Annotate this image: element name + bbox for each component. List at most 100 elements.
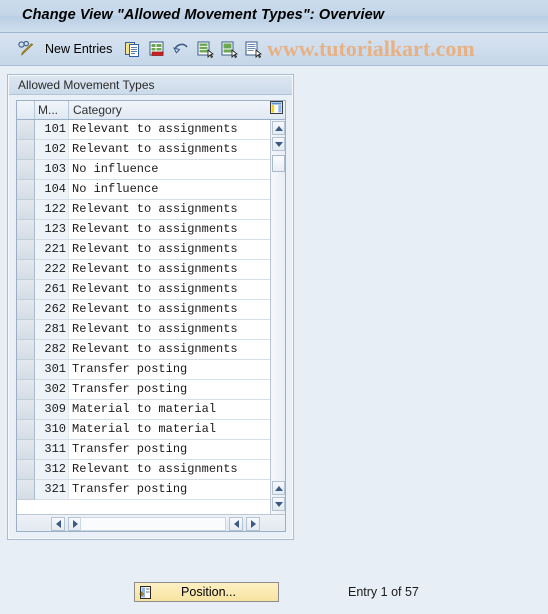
scroll-up-button[interactable] — [272, 121, 285, 135]
category-cell[interactable]: No influence — [69, 180, 285, 200]
new-entries-button[interactable]: New Entries — [45, 38, 112, 60]
movement-type-cell[interactable]: 101 — [35, 120, 69, 140]
row-select-cell[interactable] — [17, 200, 35, 220]
table-row[interactable]: 301 Transfer posting — [17, 360, 285, 380]
table-settings-button[interactable] — [268, 101, 285, 119]
movement-type-cell[interactable]: 281 — [35, 320, 69, 340]
category-cell[interactable]: Relevant to assignments — [69, 240, 285, 260]
header-movement-type-column[interactable]: M... — [35, 101, 69, 119]
row-select-cell[interactable] — [17, 320, 35, 340]
category-cell[interactable]: Transfer posting — [69, 380, 285, 400]
movement-type-cell[interactable]: 221 — [35, 240, 69, 260]
scroll-left-button[interactable] — [51, 517, 65, 531]
movement-type-cell[interactable]: 302 — [35, 380, 69, 400]
table-row[interactable]: 101 Relevant to assignments — [17, 120, 285, 140]
deselect-all-button[interactable] — [219, 38, 239, 60]
category-cell[interactable]: Relevant to assignments — [69, 300, 285, 320]
table-row[interactable]: 221 Relevant to assignments — [17, 240, 285, 260]
row-select-cell[interactable] — [17, 380, 35, 400]
movement-type-cell[interactable]: 262 — [35, 300, 69, 320]
table-row[interactable]: 302 Transfer posting — [17, 380, 285, 400]
delete-button[interactable] — [147, 38, 167, 60]
row-select-cell[interactable] — [17, 400, 35, 420]
table-vertical-scrollbar[interactable] — [270, 120, 285, 514]
copy-button[interactable] — [123, 38, 143, 60]
undo-button[interactable] — [171, 38, 191, 60]
row-select-cell[interactable] — [17, 360, 35, 380]
row-select-cell[interactable] — [17, 340, 35, 360]
display-change-button[interactable] — [16, 38, 36, 60]
movement-type-cell[interactable]: 122 — [35, 200, 69, 220]
table-row[interactable]: 123 Relevant to assignments — [17, 220, 285, 240]
position-button[interactable]: Position... — [134, 582, 279, 602]
header-category-column[interactable]: Category — [69, 101, 268, 119]
category-cell[interactable]: No influence — [69, 160, 285, 180]
table-row[interactable]: 261 Relevant to assignments — [17, 280, 285, 300]
select-all-button[interactable] — [195, 38, 215, 60]
category-cell[interactable]: Relevant to assignments — [69, 460, 285, 480]
movement-type-cell[interactable]: 102 — [35, 140, 69, 160]
row-select-cell[interactable] — [17, 180, 35, 200]
category-cell[interactable]: Relevant to assignments — [69, 320, 285, 340]
row-select-cell[interactable] — [17, 140, 35, 160]
row-select-cell[interactable] — [17, 440, 35, 460]
movement-type-cell[interactable]: 123 — [35, 220, 69, 240]
category-cell[interactable]: Relevant to assignments — [69, 280, 285, 300]
scroll-left-button-2[interactable] — [229, 517, 243, 531]
table-row[interactable]: 122 Relevant to assignments — [17, 200, 285, 220]
row-select-cell[interactable] — [17, 280, 35, 300]
table-horizontal-scrollbar[interactable] — [17, 514, 285, 531]
row-select-cell[interactable] — [17, 120, 35, 140]
variant-button[interactable] — [243, 38, 263, 60]
movement-type-cell[interactable]: 301 — [35, 360, 69, 380]
table-row[interactable]: 281 Relevant to assignments — [17, 320, 285, 340]
scroll-page-up-button[interactable] — [272, 481, 285, 495]
scroll-down-button[interactable] — [272, 137, 285, 151]
movement-type-cell[interactable]: 104 — [35, 180, 69, 200]
movement-type-cell[interactable]: 321 — [35, 480, 69, 500]
table-row[interactable]: 222 Relevant to assignments — [17, 260, 285, 280]
row-select-cell[interactable] — [17, 420, 35, 440]
table-row[interactable]: 282 Relevant to assignments — [17, 340, 285, 360]
table-row[interactable]: 262 Relevant to assignments — [17, 300, 285, 320]
movement-type-cell[interactable]: 311 — [35, 440, 69, 460]
row-select-cell[interactable] — [17, 480, 35, 500]
table-row[interactable]: 104 No influence — [17, 180, 285, 200]
table-row[interactable]: 103 No influence — [17, 160, 285, 180]
movement-type-cell[interactable]: 312 — [35, 460, 69, 480]
row-select-cell[interactable] — [17, 240, 35, 260]
category-cell[interactable]: Relevant to assignments — [69, 340, 285, 360]
category-cell[interactable]: Relevant to assignments — [69, 140, 285, 160]
scroll-page-down-button[interactable] — [272, 497, 285, 511]
category-cell[interactable]: Relevant to assignments — [69, 120, 285, 140]
movement-type-cell[interactable]: 103 — [35, 160, 69, 180]
category-cell[interactable]: Relevant to assignments — [69, 200, 285, 220]
movement-type-cell[interactable]: 310 — [35, 420, 69, 440]
category-cell[interactable]: Transfer posting — [69, 440, 285, 460]
table-row[interactable]: 311 Transfer posting — [17, 440, 285, 460]
movement-type-cell[interactable]: 309 — [35, 400, 69, 420]
table-row[interactable]: 321 Transfer posting — [17, 480, 285, 500]
row-select-cell[interactable] — [17, 460, 35, 480]
category-cell[interactable]: Material to material — [69, 400, 285, 420]
scroll-right-button-2[interactable] — [246, 517, 260, 531]
table-row[interactable]: 102 Relevant to assignments — [17, 140, 285, 160]
movement-type-cell[interactable]: 282 — [35, 340, 69, 360]
category-cell[interactable]: Relevant to assignments — [69, 260, 285, 280]
category-cell[interactable]: Transfer posting — [69, 360, 285, 380]
site-watermark: www.tutorialkart.com — [267, 36, 475, 61]
row-select-cell[interactable] — [17, 300, 35, 320]
row-select-cell[interactable] — [17, 220, 35, 240]
movement-type-cell[interactable]: 222 — [35, 260, 69, 280]
category-cell[interactable]: Transfer posting — [69, 480, 285, 500]
movement-type-cell[interactable]: 261 — [35, 280, 69, 300]
row-select-cell[interactable] — [17, 260, 35, 280]
scrollbar-thumb[interactable] — [272, 155, 285, 172]
table-row[interactable]: 312 Relevant to assignments — [17, 460, 285, 480]
row-select-cell[interactable] — [17, 160, 35, 180]
horizontal-scroll-track[interactable] — [80, 517, 226, 531]
category-cell[interactable]: Material to material — [69, 420, 285, 440]
category-cell[interactable]: Relevant to assignments — [69, 220, 285, 240]
table-row[interactable]: 310 Material to material — [17, 420, 285, 440]
table-row[interactable]: 309 Material to material — [17, 400, 285, 420]
